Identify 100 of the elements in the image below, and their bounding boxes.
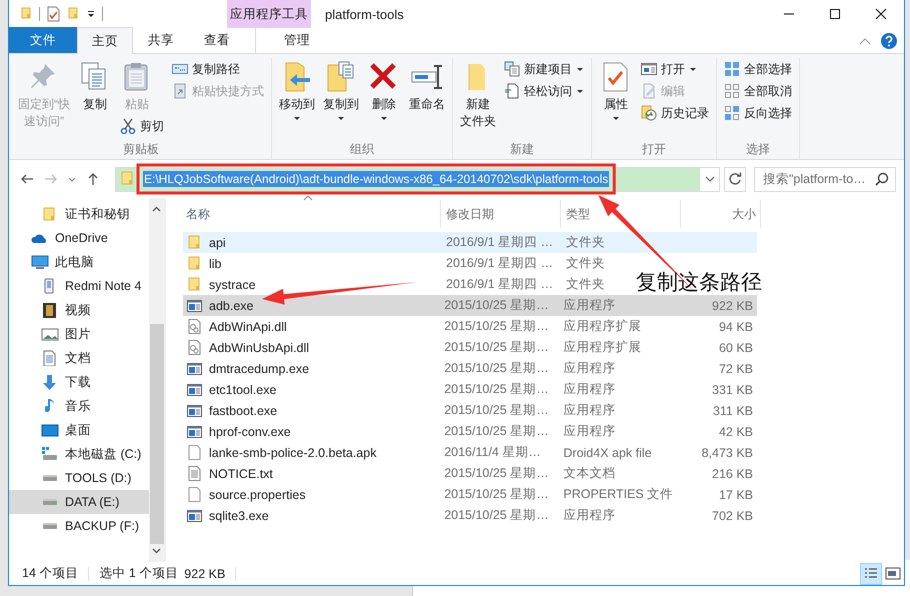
file-type: 应用程序 xyxy=(563,381,616,398)
nav-item[interactable]: 下载 xyxy=(9,370,149,394)
file-row[interactable]: dmtracedump.exe 2015/10/25 星期… 应用程序 72 KB xyxy=(183,358,757,379)
ribbon-button[interactable]: 新建 文件夹 xyxy=(457,58,499,132)
ribbon-button[interactable]: 复制路径 xyxy=(169,58,243,80)
close-icon[interactable] xyxy=(875,8,887,20)
ribbon-tab[interactable]: 主页 xyxy=(77,27,133,54)
file-row[interactable]: AdbWinApi.dll 2015/10/25 星期… 应用程序扩展 94 KB xyxy=(183,316,757,337)
file-row[interactable]: fastboot.exe 2015/10/25 星期… 应用程序 311 KB xyxy=(183,400,757,421)
caret-icon xyxy=(576,66,584,72)
file-row[interactable]: NOTICE.txt 2015/10/25 星期… 文本文档 216 KB xyxy=(183,463,757,484)
nav-item[interactable]: 图片 xyxy=(9,322,149,346)
nav-item[interactable]: TOOLS (D:) xyxy=(9,466,149,490)
file-row[interactable]: hprof-conv.exe 2015/10/25 星期… 应用程序 42 KB xyxy=(183,421,757,442)
ribbon-button[interactable]: 移动到 xyxy=(276,58,318,123)
ribbon-button[interactable]: 删除 xyxy=(364,58,404,123)
search-icon[interactable] xyxy=(875,172,889,186)
ribbon-button[interactable]: 剪切 xyxy=(117,115,167,137)
nav-label: DATA (E:) xyxy=(65,495,120,509)
nav-item[interactable]: 音乐 xyxy=(9,394,149,418)
nav-label: Redmi Note 4 xyxy=(65,279,142,293)
file-type: Droid4X apk file xyxy=(563,446,652,460)
nav-item[interactable]: Redmi Note 4 xyxy=(9,274,149,298)
file-row[interactable]: AdbWinUsbApi.dll 2015/10/25 星期… 应用程序扩展 60 KB xyxy=(183,337,757,358)
nav-item[interactable]: 视频 xyxy=(9,298,149,322)
drive-icon xyxy=(41,446,59,462)
modified-date: 2016/9/1 星期四 … xyxy=(446,234,554,251)
grid-icon xyxy=(724,61,740,77)
file-name: AdbWinUsbApi.dll xyxy=(209,340,310,354)
nav-item[interactable]: BACKUP (F:) xyxy=(9,514,149,538)
file-row[interactable]: source.properties 2015/10/25 星期… PROPERTIES 文件 17 KB xyxy=(183,484,757,505)
help-icon[interactable] xyxy=(880,32,898,50)
ribbon-button[interactable]: 全部选择 xyxy=(721,58,795,80)
window-icon xyxy=(186,402,203,419)
modified-date: 2015/10/25 星期… xyxy=(444,507,549,524)
file-type: 应用程序扩展 xyxy=(563,339,642,356)
chevron-icon[interactable] xyxy=(704,175,714,183)
ribbon-button[interactable]: 全部取消 xyxy=(721,80,795,102)
file-row[interactable]: lanke-smb-police-2.0.beta.apk 2016/11/4 星期… Droid4X apk file 8,473 KB xyxy=(183,442,757,463)
ribbon-tab[interactable]: 文件 xyxy=(9,27,77,53)
nav-item[interactable]: 本地磁盘 (C:) xyxy=(9,442,149,466)
film-icon xyxy=(41,302,59,318)
ribbon-button[interactable]: 打开 xyxy=(638,58,700,80)
modified-date: 2015/10/25 星期… xyxy=(444,381,549,398)
window-title: platform-tools xyxy=(324,6,404,22)
file-name: api xyxy=(209,236,226,250)
ribbon-button[interactable]: 复制到 xyxy=(320,58,362,123)
address-field[interactable]: E:\HLQJobSoftware(Android)\adt-bundle-windows-x86_64-20140702\sdk\platform-tools xyxy=(115,166,700,192)
file-type: 应用程序 xyxy=(563,360,616,377)
properties-icon[interactable] xyxy=(46,6,60,22)
dropdown-button[interactable] xyxy=(700,166,720,192)
gear-file-icon xyxy=(186,339,203,356)
download-icon xyxy=(41,374,59,390)
ribbon-button[interactable]: 属性 xyxy=(596,58,636,123)
ribbon-button[interactable]: 历史记录 xyxy=(638,102,712,124)
file-row[interactable]: lib 2016/9/1 星期四 … 文件夹 xyxy=(183,253,609,274)
file-size: 311 KB xyxy=(712,404,754,418)
file-row[interactable]: systrace 2016/9/1 星期四 … 文件夹 xyxy=(183,274,609,295)
modified-date: 2015/10/25 星期… xyxy=(444,297,549,314)
ribbon-button[interactable]: 轻松访问 xyxy=(501,80,587,102)
ribbon-tab[interactable]: 查看 xyxy=(189,27,245,53)
nav-item[interactable]: 证书和秘钥 xyxy=(9,202,149,226)
modified-date: 2016/11/4 星期… xyxy=(444,444,541,461)
ribbon-button[interactable]: 复制 xyxy=(75,58,115,115)
group-label: 新建 xyxy=(509,141,535,158)
file-type: 文件夹 xyxy=(566,255,605,272)
file-name: AdbWinApi.dll xyxy=(209,320,287,334)
nav-item[interactable]: 桌面 xyxy=(9,418,149,442)
column-header[interactable]: 大小 xyxy=(681,200,761,228)
window-icon xyxy=(641,61,657,77)
maximize-icon[interactable] xyxy=(829,8,841,20)
file-row[interactable]: adb.exe 2015/10/25 星期… 应用程序 922 KB xyxy=(183,295,757,316)
modified-date: 2015/10/25 星期… xyxy=(444,360,549,377)
scroll-thumb[interactable] xyxy=(150,324,164,544)
nav-item[interactable]: 此电脑 xyxy=(9,250,149,274)
refresh-button[interactable] xyxy=(724,166,746,192)
file-name: etc1tool.exe xyxy=(209,382,276,396)
collapse-icon[interactable] xyxy=(858,36,872,46)
file-name: lanke-smb-police-2.0.beta.apk xyxy=(209,446,376,460)
ribbon-button[interactable]: 反向选择 xyxy=(721,102,795,124)
caret-icon xyxy=(337,116,345,121)
file-name: lib xyxy=(209,256,222,270)
column-header[interactable]: 修改日期 xyxy=(441,200,561,228)
file-row[interactable]: api 2016/9/1 星期四 … 文件夹 xyxy=(183,232,757,253)
nav-item[interactable]: DATA (E:) xyxy=(9,490,149,514)
ribbon-tab[interactable]: 管理 xyxy=(255,27,339,53)
scrollbar[interactable] xyxy=(149,198,165,562)
ribbon-button[interactable]: 重命名 xyxy=(406,58,448,115)
file-row[interactable]: sqlite3.exe 2015/10/25 星期… 应用程序 702 KB xyxy=(183,505,757,526)
ribbon-button[interactable]: 新建项目 xyxy=(501,58,587,80)
file-row[interactable]: etc1tool.exe 2015/10/25 星期… 应用程序 331 KB xyxy=(183,379,757,400)
group-label: 打开 xyxy=(641,141,667,158)
refresh-icon[interactable] xyxy=(728,172,742,186)
ribbon-tab[interactable]: 共享 xyxy=(133,27,189,53)
nav-item[interactable]: 文档 xyxy=(9,346,149,370)
nav-item[interactable]: OneDrive xyxy=(9,226,149,250)
context-tab-header: 应用程序工具 xyxy=(227,0,311,28)
search-field[interactable]: 搜索"platform-to… xyxy=(754,166,896,192)
grid-icon xyxy=(724,83,740,99)
column-header[interactable]: 名称 xyxy=(183,200,441,228)
